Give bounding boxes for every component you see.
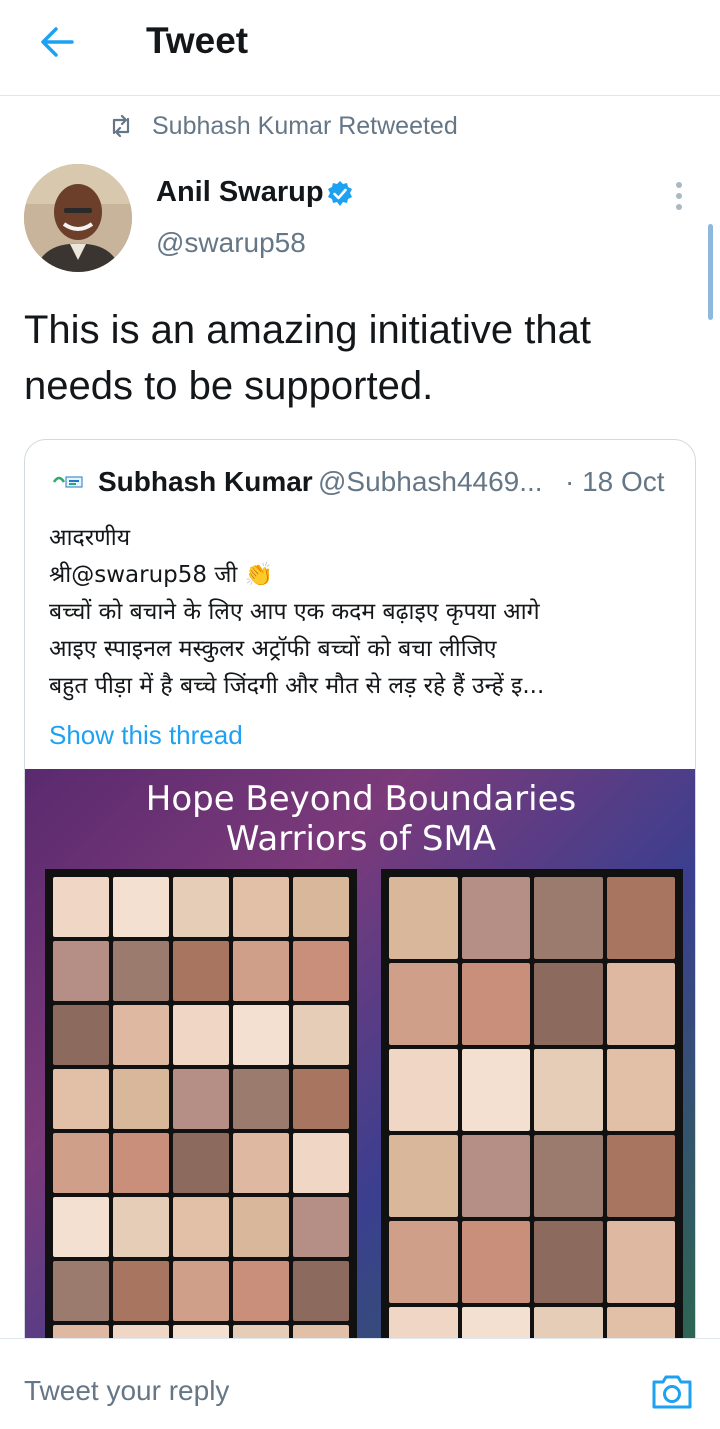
collage-photo-tile — [293, 1133, 349, 1193]
collage-photo-tile — [461, 1135, 530, 1217]
collage-photo-tile — [173, 1069, 229, 1129]
collage-photo-tile — [53, 877, 109, 937]
page-title: Tweet — [146, 20, 249, 61]
author-handle[interactable]: @swarup58 — [156, 227, 306, 259]
more-options-icon[interactable] — [664, 180, 694, 212]
quoted-tweet[interactable]: Subhash Kumar @Subhash4469... · 18 Oct आ… — [24, 439, 696, 1379]
reply-input[interactable]: Tweet your reply — [24, 1375, 229, 1407]
quote-text-line: आदरणीय — [49, 525, 131, 551]
collage-photo-tile — [53, 941, 109, 1001]
collage-photo-tile — [233, 1069, 289, 1129]
collage-photo-tile — [113, 1133, 169, 1193]
collage-photo-tile — [461, 877, 530, 959]
collage-photo-tile — [606, 877, 675, 959]
collage-photo-tile — [113, 1261, 169, 1321]
collage-photo-tile — [173, 877, 229, 937]
scrollbar-thumb[interactable] — [708, 224, 713, 320]
collage-photo-tile — [606, 1135, 675, 1217]
collage-photo-tile — [173, 941, 229, 1001]
quote-text-line: बच्चों को बचाने के लिए आप एक कदम बढ़ाइए … — [49, 599, 540, 625]
collage-photo-tile — [113, 877, 169, 937]
collage-photo-tile — [461, 1049, 530, 1131]
retweet-icon — [112, 114, 130, 138]
collage-photo-tile — [534, 1135, 603, 1217]
quote-text-line: बहुत पीड़ा में है बच्चे जिंदगी और मौत से… — [49, 673, 545, 699]
collage-photo-tile — [53, 1005, 109, 1065]
collage-photo-tile — [389, 877, 458, 959]
tweet-text: This is an amazing initiative that needs… — [24, 308, 591, 408]
arrow-left-icon[interactable] — [36, 22, 80, 62]
collage-photo-tile — [53, 1197, 109, 1257]
top-bar: Tweet — [0, 0, 720, 96]
photo-collage-right — [381, 869, 683, 1378]
camera-icon[interactable] — [650, 1371, 694, 1411]
collage-photo-tile — [113, 1069, 169, 1129]
quote-author-name[interactable]: Subhash Kumar — [98, 466, 313, 498]
quote-text-line: आइए स्पाइनल मस्कुलर अट्रॉफी बच्चों को बच… — [49, 636, 497, 662]
collage-photo-tile — [534, 1049, 603, 1131]
collage-photo-tile — [233, 877, 289, 937]
media-title-line-2: Warriors of SMA — [225, 819, 497, 859]
collage-photo-tile — [293, 1005, 349, 1065]
collage-photo-tile — [53, 1261, 109, 1321]
collage-photo-tile — [389, 1221, 458, 1303]
collage-photo-tile — [293, 1261, 349, 1321]
collage-photo-tile — [293, 1069, 349, 1129]
collage-photo-tile — [233, 1133, 289, 1193]
retweet-label: Subhash Kumar Retweeted — [152, 111, 458, 140]
collage-photo-tile — [461, 963, 530, 1045]
verified-badge-icon — [328, 181, 352, 206]
avatar[interactable] — [24, 164, 132, 272]
quote-media-image[interactable]: Hope Beyond Boundaries Warriors of SMA — [25, 769, 695, 1378]
collage-photo-tile — [293, 941, 349, 1001]
media-title-line-1: Hope Beyond Boundaries — [145, 779, 577, 819]
author-name[interactable]: Anil Swarup — [156, 176, 324, 209]
collage-photo-tile — [293, 1197, 349, 1257]
collage-photo-tile — [233, 1197, 289, 1257]
collage-photo-tile — [534, 877, 603, 959]
collage-photo-tile — [389, 963, 458, 1045]
quote-date[interactable]: · 18 Oct — [565, 466, 665, 498]
collage-photo-tile — [113, 1197, 169, 1257]
collage-photo-tile — [173, 1261, 229, 1321]
avatar-image — [24, 164, 132, 272]
collage-photo-tile — [461, 1221, 530, 1303]
collage-photo-tile — [293, 877, 349, 937]
collage-photo-tile — [53, 1069, 109, 1129]
collage-photo-tile — [534, 963, 603, 1045]
show-thread-link[interactable]: Show this thread — [49, 720, 243, 751]
collage-photo-tile — [389, 1135, 458, 1217]
collage-photo-tile — [233, 941, 289, 1001]
collage-photo-tile — [53, 1133, 109, 1193]
collage-photo-tile — [534, 1221, 603, 1303]
quote-text-line: श्री@swarup58 जी 👏 — [49, 562, 274, 588]
collage-photo-tile — [233, 1005, 289, 1065]
collage-photo-tile — [173, 1133, 229, 1193]
collage-photo-tile — [389, 1049, 458, 1131]
photo-collage-left — [45, 869, 357, 1378]
collage-photo-tile — [173, 1197, 229, 1257]
collage-photo-tile — [173, 1005, 229, 1065]
collage-photo-tile — [113, 1005, 169, 1065]
quote-avatar-logo-icon — [51, 470, 85, 494]
quote-author-handle[interactable]: @Subhash4469... — [318, 466, 543, 498]
collage-photo-tile — [606, 1221, 675, 1303]
collage-photo-tile — [113, 941, 169, 1001]
retweet-context[interactable]: Subhash Kumar Retweeted — [108, 108, 458, 144]
reply-bar: Tweet your reply — [0, 1338, 720, 1429]
collage-photo-tile — [606, 1049, 675, 1131]
collage-photo-tile — [606, 963, 675, 1045]
quote-text: आदरणीय श्री@swarup58 जी 👏 बच्चों को बचान… — [49, 520, 679, 705]
collage-photo-tile — [233, 1261, 289, 1321]
